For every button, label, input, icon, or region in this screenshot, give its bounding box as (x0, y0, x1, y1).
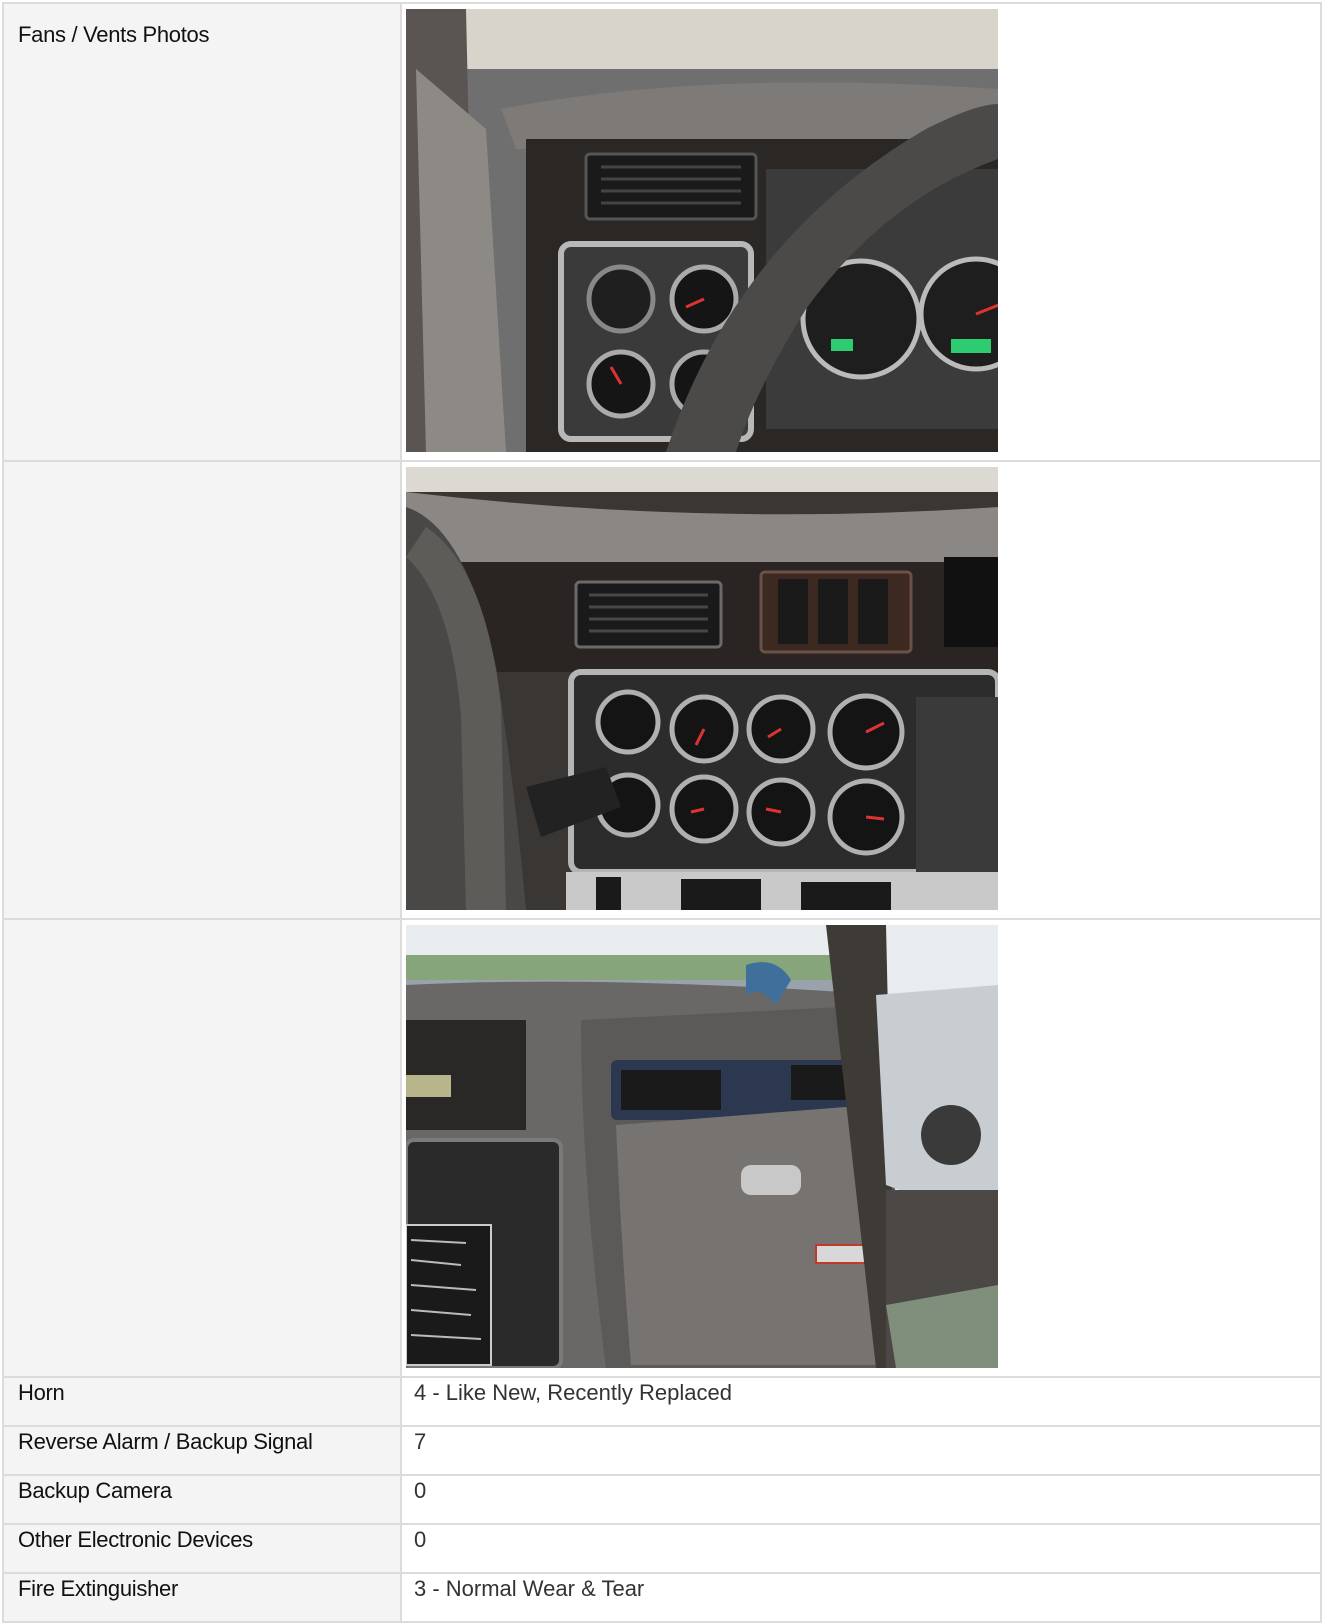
row-label: Fans / Vents Photos (18, 22, 210, 47)
table-row (2, 918, 1322, 1378)
row-value: 7 (414, 1429, 427, 1454)
row-label-cell: Other Electronic Devices (2, 1523, 402, 1574)
row-label-cell (2, 918, 402, 1378)
table-row: Backup Camera 0 (2, 1474, 1322, 1525)
row-value-cell: 0 (400, 1523, 1322, 1574)
dashboard-vent-gauges-photo[interactable] (406, 9, 998, 452)
dashboard-passenger-glovebox-photo[interactable] (406, 925, 998, 1368)
row-label-cell: Backup Camera (2, 1474, 402, 1525)
table-row (2, 460, 1322, 920)
row-value-cell (400, 2, 1322, 462)
row-value: 4 - Like New, Recently Replaced (414, 1380, 732, 1405)
row-value-cell: 7 (400, 1425, 1322, 1476)
row-label (4, 920, 400, 938)
row-value-cell (400, 460, 1322, 920)
row-label-cell: Fans / Vents Photos (2, 2, 402, 462)
row-value: 0 (414, 1527, 427, 1552)
row-label: Backup Camera (18, 1478, 172, 1503)
table-row: Horn 4 - Like New, Recently Replaced (2, 1376, 1322, 1427)
dashboard-center-gauges-photo[interactable] (406, 467, 998, 910)
row-label-cell: Horn (2, 1376, 402, 1427)
table-row: Other Electronic Devices 0 (2, 1523, 1322, 1574)
table-row: Fans / Vents Photos (2, 2, 1322, 462)
row-value: 3 - Normal Wear & Tear (414, 1576, 645, 1601)
row-value-cell: 3 - Normal Wear & Tear (400, 1572, 1322, 1623)
table-row: Reverse Alarm / Backup Signal 7 (2, 1425, 1322, 1476)
row-label: Fire Extinguisher (18, 1576, 178, 1601)
row-label-cell (2, 460, 402, 920)
table-row: Fire Extinguisher 3 - Normal Wear & Tear (2, 1572, 1322, 1623)
row-value: 0 (414, 1478, 427, 1503)
row-label-cell: Reverse Alarm / Backup Signal (2, 1425, 402, 1476)
row-label (4, 462, 400, 480)
row-label-cell: Fire Extinguisher (2, 1572, 402, 1623)
row-value-cell: 0 (400, 1474, 1322, 1525)
row-value-cell: 4 - Like New, Recently Replaced (400, 1376, 1322, 1427)
row-label: Horn (18, 1380, 65, 1405)
inspection-table: Fans / Vents Photos Horn 4 - Like New, R… (2, 2, 1322, 1623)
row-value-cell (400, 918, 1322, 1378)
row-label: Reverse Alarm / Backup Signal (18, 1429, 313, 1454)
row-label: Other Electronic Devices (18, 1527, 253, 1552)
